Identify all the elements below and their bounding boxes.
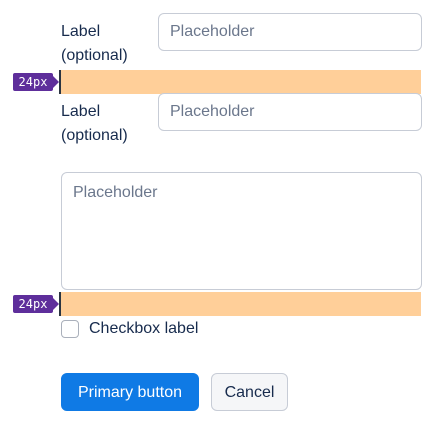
cancel-button[interactable]: Cancel [211, 373, 288, 411]
field2-label: Label [61, 103, 101, 120]
spacing-badge-1: 24px [13, 73, 59, 91]
form-root: Label (optional) 24px Label (optional) 2… [0, 0, 433, 424]
field1-label: Label [61, 23, 101, 40]
checkbox[interactable] [61, 320, 79, 338]
spacing-badge-2: 24px [13, 295, 59, 313]
primary-button[interactable]: Primary button [61, 373, 199, 411]
checkbox-label: Checkbox label [89, 320, 199, 337]
spacing-bar-2 [61, 292, 421, 316]
field1-input[interactable] [158, 13, 422, 51]
checkbox-row[interactable]: Checkbox label [61, 320, 198, 338]
spacing-bar-1 [61, 70, 421, 94]
field1-label-optional: (optional) [61, 47, 128, 64]
field2-input[interactable] [158, 93, 422, 131]
field2-label-optional: (optional) [61, 127, 128, 144]
textarea-field[interactable] [61, 172, 422, 290]
